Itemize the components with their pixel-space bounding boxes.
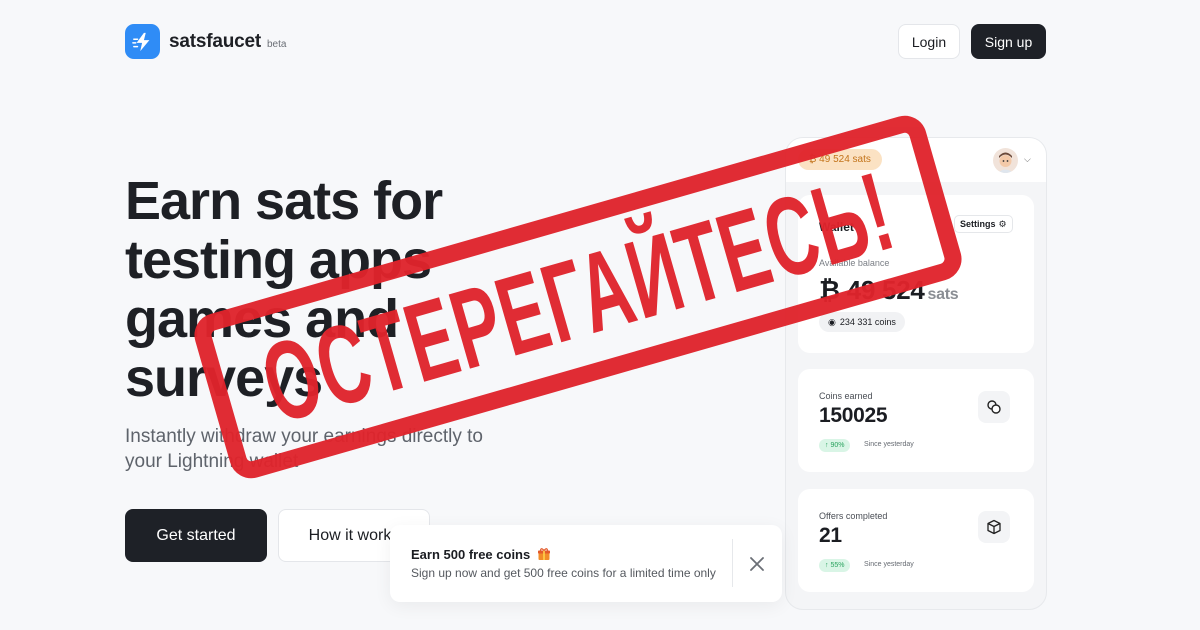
brand-name: satsfaucet (169, 30, 261, 52)
coins-earned-value: 150025 (819, 404, 888, 427)
settings-label: Settings (960, 219, 996, 229)
coins-value: 234 331 coins (839, 317, 896, 327)
toast-title-text: Earn 500 free coins (411, 547, 531, 562)
coins-earned-label: Coins earned (819, 391, 873, 401)
coins-earned-card: Coins earned 150025 ↑ 90% Since yesterda… (798, 369, 1034, 472)
coins-earned-since: Since yesterday (864, 441, 914, 448)
coins-earned-change: ↑ 90% (819, 439, 851, 452)
brand-logo[interactable]: satsfaucet beta (125, 24, 286, 59)
gear-icon: ⚙ (998, 218, 1007, 229)
box-icon (978, 511, 1010, 543)
chevron-down-icon[interactable]: ⌵ (1024, 154, 1031, 165)
signup-button[interactable]: Sign up (971, 24, 1046, 59)
offers-completed-label: Offers completed (819, 511, 888, 521)
wallet-balance-unit: sats (927, 286, 959, 303)
close-icon[interactable] (748, 555, 766, 573)
toast-title: Earn 500 free coins (411, 547, 551, 562)
toast-divider (732, 539, 733, 587)
coins-icon (978, 391, 1010, 423)
get-started-button[interactable]: Get started (125, 509, 267, 562)
promo-toast: Earn 500 free coins Sign up now and get … (390, 525, 782, 602)
lightning-logo-icon (125, 24, 160, 59)
offers-completed-change: ↑ 55% (819, 559, 851, 572)
offers-completed-since: Since yesterday (864, 561, 914, 568)
beta-badge: beta (267, 39, 287, 50)
coins-icon: ◉ (828, 316, 836, 327)
coins-chip: ◉ 234 331 coins (819, 312, 905, 332)
settings-button[interactable]: Settings ⚙ (954, 215, 1013, 233)
offers-completed-card: Offers completed 21 ↑ 55% Since yesterda… (798, 489, 1034, 592)
gift-icon (537, 547, 551, 562)
login-button[interactable]: Login (898, 24, 960, 59)
avatar[interactable] (993, 148, 1018, 173)
toast-text: Sign up now and get 500 free coins for a… (411, 566, 716, 580)
offers-completed-value: 21 (819, 524, 842, 547)
